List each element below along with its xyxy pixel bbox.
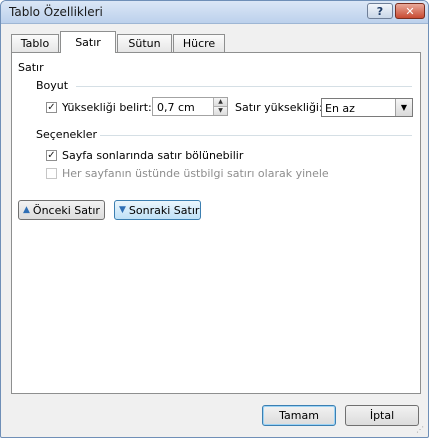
cancel-label: İptal	[369, 409, 395, 422]
row-height-mode-select[interactable]: En az ▼	[321, 98, 413, 117]
tab-cell[interactable]: Hücre	[173, 34, 225, 52]
allow-break-checkbox[interactable]: ✓	[46, 150, 57, 161]
tab-row[interactable]: Satır	[60, 31, 116, 53]
next-row-label: Sonraki Satır	[128, 203, 200, 217]
dialog-title: Tablo Özellikleri	[9, 5, 103, 19]
tab-column[interactable]: Sütun	[117, 34, 172, 52]
chevron-down-icon[interactable]: ▼	[395, 99, 412, 116]
row-panel: Satır Boyut ✓ Yüksekliği belirt: 0,7 cm …	[11, 52, 421, 394]
specify-height-checkbox[interactable]: ✓	[46, 102, 57, 113]
size-group-heading: Boyut	[36, 79, 69, 92]
close-icon: ✕	[405, 4, 415, 18]
arrow-up-icon: ▲	[23, 205, 30, 215]
tab-table[interactable]: Tablo	[11, 34, 59, 52]
specify-height-label[interactable]: Yüksekliği belirt:	[62, 101, 152, 114]
row-height-label: Satır yüksekliği:	[235, 101, 323, 114]
height-spinner[interactable]: 0,7 cm ▲ ▼	[152, 97, 228, 116]
previous-row-button[interactable]: ▲ Önceki Satır	[18, 200, 105, 220]
options-group-divider	[100, 135, 412, 136]
repeat-header-label[interactable]: Her sayfanın üstünde üstbilgi satırı ola…	[62, 167, 329, 180]
row-height-mode-value: En az	[325, 102, 355, 115]
close-button[interactable]: ✕	[395, 3, 425, 19]
options-group-heading: Seçenekler	[36, 128, 98, 141]
cancel-button[interactable]: İptal	[345, 405, 419, 426]
allow-break-label[interactable]: Sayfa sonlarında satır bölünebilir	[62, 149, 243, 162]
tab-label: Sütun	[128, 37, 161, 50]
arrow-down-icon[interactable]: ▼	[213, 107, 227, 115]
previous-row-label: Önceki Satır	[32, 203, 100, 217]
arrow-down-icon: ▼	[119, 205, 126, 215]
help-button[interactable]: ?	[367, 3, 393, 19]
resize-grip-icon[interactable]: ⋰	[416, 425, 426, 435]
next-row-button[interactable]: ▼ Sonraki Satır	[114, 200, 201, 220]
tab-label: Hücre	[182, 37, 216, 50]
ok-button[interactable]: Tamam	[262, 405, 336, 426]
arrow-up-icon[interactable]: ▲	[213, 98, 227, 107]
section-heading-row: Satır	[18, 61, 44, 74]
dialog-window: Tablo Özellikleri ? ✕ Tablo Satır Sütun …	[0, 0, 429, 438]
size-group-divider	[76, 86, 412, 87]
question-icon: ?	[376, 4, 384, 18]
repeat-header-checkbox[interactable]	[46, 168, 57, 179]
title-bar[interactable]: Tablo Özellikleri ? ✕	[1, 1, 428, 24]
ok-label: Tamam	[279, 409, 319, 422]
tab-label: Satır	[75, 36, 101, 49]
tab-label: Tablo	[20, 37, 50, 50]
height-value[interactable]: 0,7 cm	[157, 101, 195, 114]
